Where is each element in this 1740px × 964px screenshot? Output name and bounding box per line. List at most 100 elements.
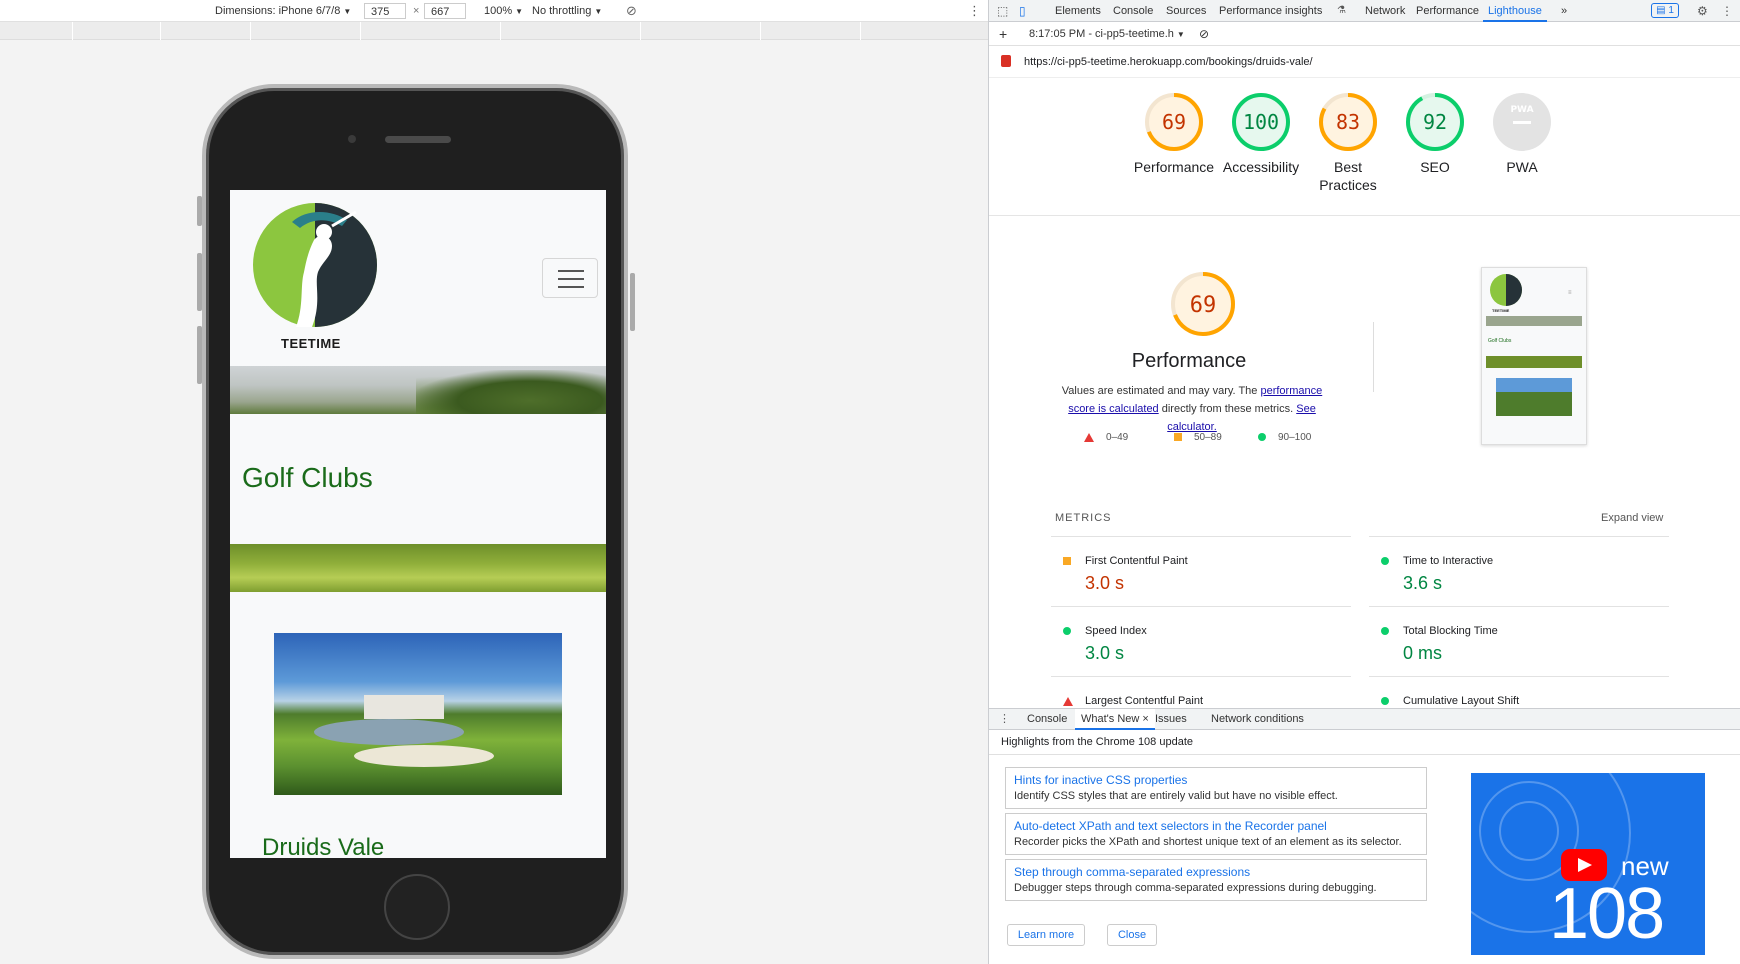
- tab-performance-insights[interactable]: Performance insights: [1219, 0, 1322, 22]
- caret-down-icon: ▼: [1176, 30, 1185, 39]
- pass-circle-icon: [1063, 627, 1071, 635]
- feature-title[interactable]: Hints for inactive CSS properties: [1014, 772, 1418, 788]
- drawer-tab-bar: ⋮ Console What's New × Issues Network co…: [989, 708, 1740, 730]
- tab-console[interactable]: Console: [1113, 0, 1153, 22]
- devtools-panel: ⬚ ▯ Elements Console Sources Performance…: [988, 0, 1740, 964]
- close-button[interactable]: Close: [1107, 924, 1157, 946]
- pass-circle-icon: [1381, 627, 1389, 635]
- throttling-select[interactable]: No throttling ▼: [532, 3, 602, 19]
- pass-circle-icon: [1381, 557, 1389, 565]
- performance-description: Values are estimated and may vary. The p…: [1061, 385, 1323, 433]
- home-button: [384, 874, 450, 940]
- svg-text:≡: ≡: [1568, 290, 1572, 296]
- device-select[interactable]: Dimensions: iPhone 6/7/8 ▼: [215, 3, 351, 19]
- page-title: Golf Clubs: [242, 462, 373, 493]
- rotate-icon[interactable]: ⊘: [626, 3, 637, 19]
- report-select[interactable]: 8:17:05 PM - ci-pp5-teetime.h ▼: [1029, 22, 1185, 47]
- club-title: Druids Vale: [262, 834, 385, 858]
- final-screenshot-thumbnail[interactable]: TEETIME ≡ Golf Clubs: [1481, 267, 1587, 445]
- average-square-icon: [1174, 433, 1182, 442]
- inspect-icon[interactable]: ⬚: [997, 0, 1008, 22]
- fail-triangle-icon: [1063, 697, 1073, 706]
- gauge-seo[interactable]: 92 SEO: [1390, 92, 1480, 176]
- drawer-tab-whats-new[interactable]: What's New ×: [1075, 709, 1155, 730]
- metric-total-blocking-time: Total Blocking Time 0 ms: [1369, 606, 1669, 676]
- devtools-tab-bar: ⬚ ▯ Elements Console Sources Performance…: [989, 0, 1740, 22]
- device-toggle-icon[interactable]: ▯: [1019, 0, 1026, 22]
- tab-network[interactable]: Network: [1365, 0, 1405, 22]
- metric-first-contentful-paint: First Contentful Paint 3.0 s: [1051, 536, 1351, 606]
- metrics-section: METRICS Expand view First Contentful Pai…: [989, 504, 1740, 708]
- width-input[interactable]: 375: [364, 3, 406, 19]
- drawer-tab-console[interactable]: Console: [1021, 709, 1073, 730]
- feature-description: Debugger steps through comma-separated e…: [1014, 882, 1377, 894]
- media-query-ruler[interactable]: [0, 22, 988, 40]
- metric-value: 3.6 s: [1403, 573, 1443, 593]
- category-gauges: 69 Performance 100 Accessibility 83 Best…: [989, 78, 1740, 216]
- feature-card[interactable]: Step through comma-separated expressions…: [1005, 859, 1427, 901]
- performance-title: Performance: [1131, 350, 1247, 372]
- plus-icon[interactable]: +: [999, 22, 1007, 46]
- gauge-pwa[interactable]: PWA PWA: [1477, 92, 1567, 176]
- gauge-label: Performance: [1133, 159, 1215, 175]
- beaker-icon: ⚗: [1337, 5, 1346, 16]
- more-tabs-icon[interactable]: »: [1561, 0, 1567, 22]
- metrics-heading: METRICS: [1055, 512, 1112, 524]
- tab-elements[interactable]: Elements: [1055, 0, 1101, 22]
- gauge-accessibility[interactable]: 100 Accessibility: [1216, 92, 1306, 176]
- feature-title[interactable]: Step through comma-separated expressions: [1014, 864, 1418, 880]
- expand-view-toggle[interactable]: Expand view: [1601, 512, 1663, 524]
- tab-sources[interactable]: Sources: [1166, 0, 1206, 22]
- clear-icon[interactable]: ⊘: [1199, 22, 1209, 46]
- volume-up-button: [197, 253, 202, 311]
- navbar-toggler-button[interactable]: [542, 258, 598, 298]
- metric-largest-contentful-paint: Largest Contentful Paint: [1051, 676, 1351, 708]
- drawer-menu-icon[interactable]: ⋮: [999, 709, 1010, 730]
- svg-text:PWA: PWA: [1510, 105, 1533, 115]
- metric-cumulative-layout-shift: Cumulative Layout Shift: [1369, 676, 1669, 708]
- thumbnail-image: TEETIME ≡ Golf Clubs: [1486, 274, 1582, 416]
- report-url[interactable]: https://ci-pp5-teetime.herokuapp.com/boo…: [1024, 46, 1313, 78]
- feature-card[interactable]: Auto-detect XPath and text selectors in …: [1005, 813, 1427, 855]
- learn-more-button[interactable]: Learn more: [1007, 924, 1085, 946]
- tab-performance[interactable]: Performance: [1416, 0, 1479, 22]
- height-input[interactable]: 667: [424, 3, 466, 19]
- gauge-score: 92: [1423, 110, 1447, 134]
- gauge-ring: 83: [1319, 93, 1377, 151]
- feature-description: Recorder picks the XPath and shortest un…: [1014, 836, 1402, 848]
- drawer-tab-network-conditions[interactable]: Network conditions: [1205, 709, 1310, 730]
- zoom-select[interactable]: 100% ▼: [484, 3, 523, 19]
- device-toolbar: Dimensions: iPhone 6/7/8 ▼ 375 × 667 100%…: [0, 0, 988, 22]
- gauge-performance[interactable]: 69 Performance: [1129, 92, 1219, 176]
- golf-course-image: [274, 633, 562, 795]
- emulation-canvas: TEETIME Golf Clubs Druids Vale: [0, 40, 988, 964]
- messages-badge[interactable]: ▤ 1: [1651, 3, 1679, 18]
- gauge-score: 69: [1162, 110, 1186, 134]
- fail-triangle-icon: [1084, 432, 1094, 442]
- metric-speed-index: Speed Index 3.0 s: [1051, 606, 1351, 676]
- drawer-tab-issues[interactable]: Issues: [1149, 709, 1193, 730]
- close-tab-icon[interactable]: ×: [1142, 713, 1148, 725]
- chrome-update-video-thumbnail[interactable]: new 108: [1471, 773, 1705, 955]
- gauge-best-practices[interactable]: 83 Best Practices: [1303, 92, 1393, 194]
- gauge-ring: 100: [1232, 93, 1290, 151]
- more-options-icon[interactable]: ⋮: [968, 3, 981, 19]
- tab-lighthouse[interactable]: Lighthouse: [1483, 0, 1547, 22]
- performance-section: 69 Performance Values are estimated and …: [989, 260, 1740, 460]
- report-url-bar: https://ci-pp5-teetime.herokuapp.com/boo…: [989, 46, 1740, 78]
- feature-card[interactable]: Hints for inactive CSS properties Identi…: [1005, 767, 1427, 809]
- lighthouse-toolbar: + 8:17:05 PM - ci-pp5-teetime.h ▼ ⊘: [989, 22, 1740, 46]
- promo-version-number: 108: [1549, 874, 1665, 954]
- caret-down-icon: ▼: [594, 7, 603, 16]
- feature-title[interactable]: Auto-detect XPath and text selectors in …: [1014, 818, 1418, 834]
- more-options-icon[interactable]: ⋮: [1721, 0, 1733, 22]
- teetime-logo[interactable]: [252, 202, 378, 328]
- page-title-card: Golf Clubs: [230, 414, 606, 544]
- metric-value: 3.0 s: [1085, 573, 1125, 593]
- device-emulation-pane: Dimensions: iPhone 6/7/8 ▼ 375 × 667 100%…: [0, 0, 988, 964]
- performance-gauge: 69: [1171, 272, 1235, 336]
- svg-text:Golf Clubs: Golf Clubs: [1488, 338, 1512, 344]
- gear-icon[interactable]: ⚙: [1697, 0, 1708, 22]
- gauge-label: PWA: [1506, 159, 1538, 175]
- caret-down-icon: ▼: [343, 7, 352, 16]
